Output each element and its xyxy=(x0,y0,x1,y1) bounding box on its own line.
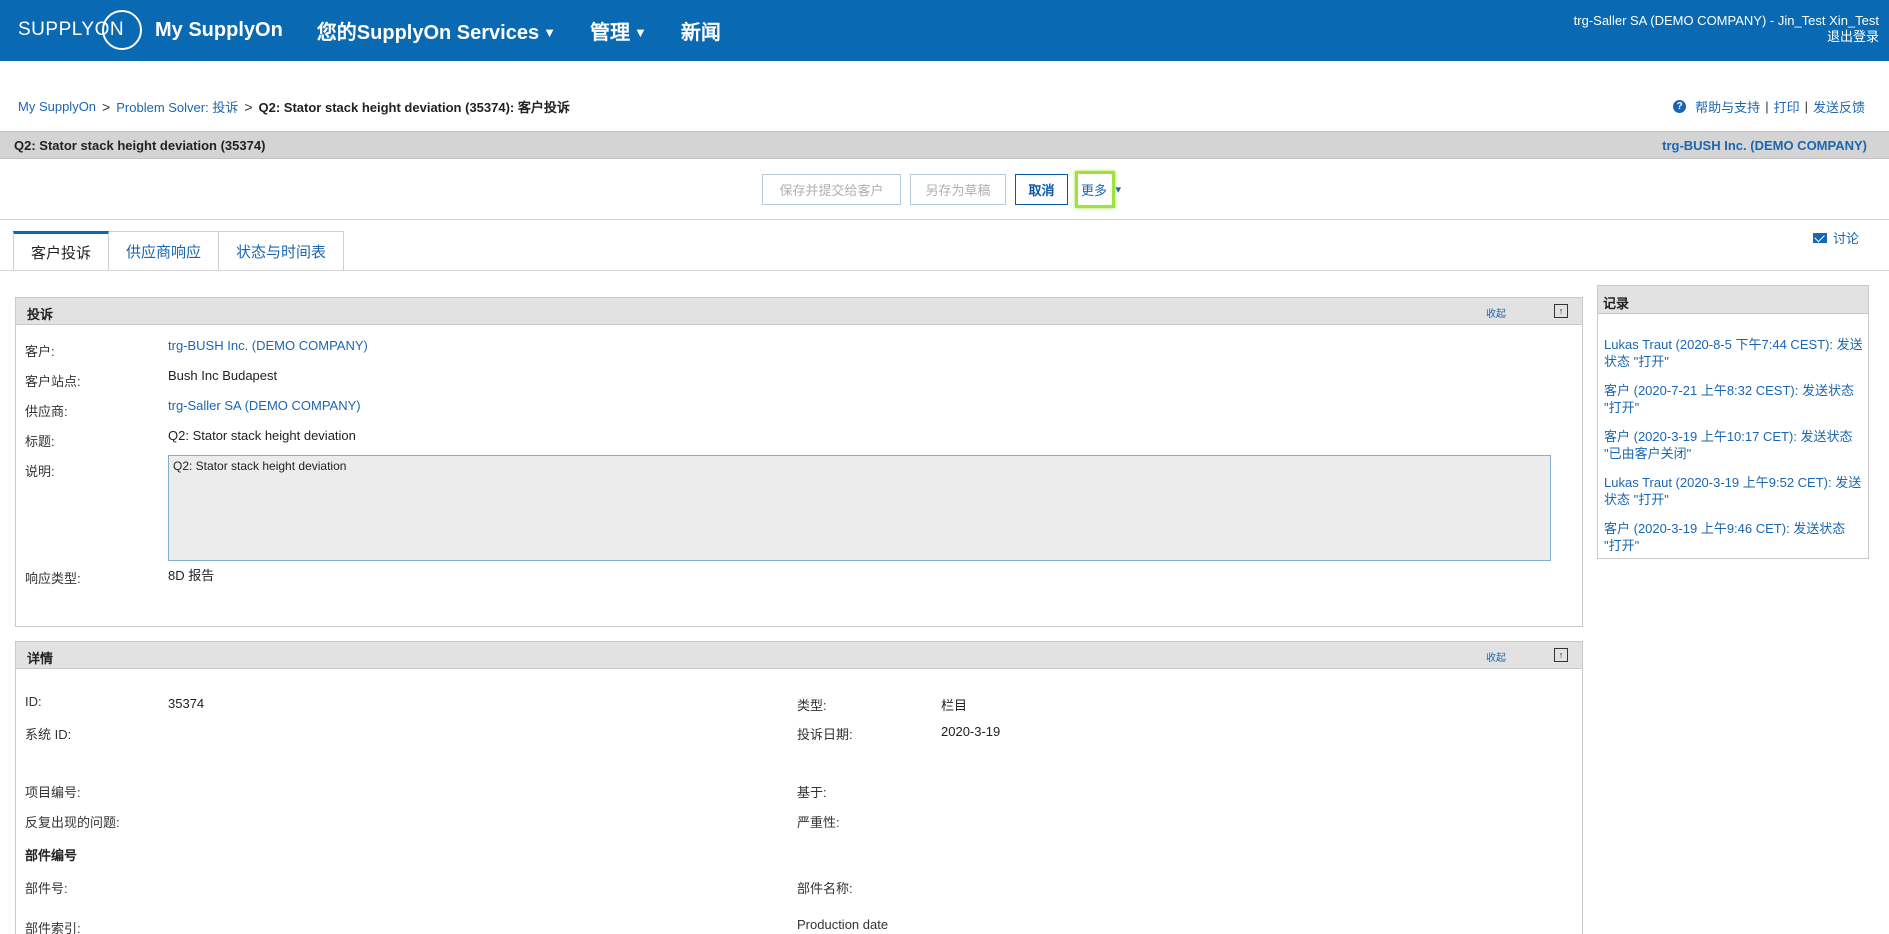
nav-label: 新闻 xyxy=(680,22,721,44)
more-button[interactable]: 更多 ▾ xyxy=(1075,171,1121,208)
nav-label: 管理 xyxy=(589,22,630,44)
nav-news[interactable]: 新闻 xyxy=(681,16,721,45)
breadcrumb-separator: > xyxy=(244,98,253,115)
print-link[interactable]: 打印 xyxy=(1774,97,1800,116)
severity-label: 严重性: xyxy=(797,815,840,830)
recurring-issue-label: 反复出现的问题: xyxy=(25,815,120,830)
response-type-label: 响应类型: xyxy=(25,571,81,586)
supplier-label: 供应商: xyxy=(25,404,68,419)
cancel-button[interactable]: 取消 xyxy=(1015,174,1068,205)
help-icon: ? xyxy=(1673,100,1687,113)
nav-label: My SupplyOn xyxy=(155,19,283,41)
nav-admin[interactable]: 管理 ▼ xyxy=(590,16,647,45)
panel-title: 投诉 xyxy=(27,307,54,322)
logo-ring-icon xyxy=(102,10,143,50)
nav-my-supplyon[interactable]: My SupplyOn xyxy=(155,19,283,42)
complaint-title: Q2: Stator stack height deviation (35374… xyxy=(14,138,266,153)
caret-down-icon: ▼ xyxy=(633,25,647,40)
site-value: Bush Inc Budapest xyxy=(168,368,278,383)
breadcrumb-current: Q2: Stator stack height deviation (35374… xyxy=(258,100,570,115)
supplier-value[interactable]: trg-Saller SA (DEMO COMPANY) xyxy=(168,398,361,413)
nav-label: 您的SupplyOn Services xyxy=(316,22,540,44)
breadcrumb: My SupplyOn > Problem Solver: 投诉 > Q2: S… xyxy=(18,97,570,116)
project-number-label: 项目编号: xyxy=(25,785,81,800)
top-navigation-bar: SUPPLYON My SupplyOn 您的SupplyOn Services… xyxy=(0,0,1889,61)
breadcrumb-separator: > xyxy=(102,98,111,115)
title-value: Q2: Stator stack height deviation xyxy=(168,428,356,443)
main-nav: My SupplyOn 您的SupplyOn Services ▼ 管理 ▼ 新闻 xyxy=(155,0,721,61)
user-area: trg-Saller SA (DEMO COMPANY) - Jin_Test … xyxy=(1574,13,1879,45)
record-entry[interactable]: 客户 (2020-7-21 上午8:32 CEST): 发送状态 "打开" xyxy=(1604,382,1864,416)
tab-divider xyxy=(0,270,1889,271)
user-name: trg-Saller SA (DEMO COMPANY) - Jin_Test … xyxy=(1573,13,1879,28)
records-panel: 记录 Lukas Traut (2020-8-5 下午7:44 CEST): 发… xyxy=(1597,285,1869,559)
nav-services[interactable]: 您的SupplyOn Services ▼ xyxy=(317,16,556,45)
feedback-link[interactable]: 发送反馈 xyxy=(1813,97,1865,116)
based-on-label: 基于: xyxy=(797,785,827,800)
customer-label: 客户: xyxy=(25,344,55,359)
breadcrumb-my-supplyon[interactable]: My SupplyOn xyxy=(18,99,96,114)
link-divider: | xyxy=(1765,99,1769,114)
id-value: 35374 xyxy=(168,696,205,711)
complaint-date-label: 投诉日期: xyxy=(797,727,853,742)
panel-title: 详情 xyxy=(27,651,54,666)
complaint-panel: 投诉 收起 ↑ 客户: trg-BUSH Inc. (DEMO COMPANY)… xyxy=(15,297,1583,627)
part-index-label: 部件索引: xyxy=(25,921,81,934)
tab-customer-complaint[interactable]: 客户投诉 xyxy=(13,231,110,271)
logout-link[interactable]: 退出登录 xyxy=(1574,29,1879,45)
panel-header: 投诉 收起 ↑ xyxy=(16,298,1582,325)
record-entry[interactable]: Lukas Traut (2020-3-19 上午9:52 CET): 发送状态… xyxy=(1604,474,1864,508)
chevron-down-icon: ▾ xyxy=(1115,184,1121,196)
tab-supplier-response[interactable]: 供应商响应 xyxy=(109,231,220,271)
description-field[interactable]: Q2: Stator stack height deviation xyxy=(168,455,1551,561)
help-links: ? 帮助与支持 | 打印 | 发送反馈 xyxy=(1673,97,1865,116)
action-toolbar: 保存并提交给客户 另存为草稿 取消 更多 ▾ xyxy=(0,159,1889,220)
tab-bar: 客户投诉 供应商响应 状态与时间表 xyxy=(13,231,345,271)
part-name-label: 部件名称: xyxy=(797,881,853,896)
caret-down-icon: ▼ xyxy=(543,25,556,40)
panel-title: 记录 xyxy=(1603,296,1630,311)
record-entry[interactable]: 客户 (2020-3-19 上午9:46 CET): 发送状态 "打开" xyxy=(1604,520,1864,554)
panel-header: 记录 xyxy=(1598,286,1868,314)
more-label: 更多 xyxy=(1081,183,1108,198)
supplyon-logo[interactable]: SUPPLYON xyxy=(18,9,143,51)
link-divider: | xyxy=(1804,99,1808,114)
production-date-label: Production date xyxy=(797,917,889,932)
tab-status-timeline[interactable]: 状态与时间表 xyxy=(219,231,345,271)
customer-company-link[interactable]: trg-BUSH Inc. (DEMO COMPANY) xyxy=(1662,138,1867,153)
record-entry[interactable]: Lukas Traut (2020-8-5 下午7:44 CEST): 发送状态… xyxy=(1604,336,1864,370)
collapse-link[interactable]: 收起 xyxy=(1486,649,1506,664)
help-support-link[interactable]: 帮助与支持 xyxy=(1695,97,1760,116)
pin-top-icon[interactable]: ↑ xyxy=(1554,304,1568,318)
discuss-label: 讨论 xyxy=(1832,231,1859,246)
site-label: 客户站点: xyxy=(25,374,81,389)
customer-value[interactable]: trg-BUSH Inc. (DEMO COMPANY) xyxy=(168,338,368,353)
save-submit-button[interactable]: 保存并提交给客户 xyxy=(762,174,901,205)
complaint-title-bar: Q2: Stator stack height deviation (35374… xyxy=(0,131,1889,159)
description-label: 说明: xyxy=(25,464,55,479)
discuss-link[interactable]: 讨论 xyxy=(1812,228,1859,247)
complaint-date-value: 2020-3-19 xyxy=(941,724,1001,739)
type-value: 栏目 xyxy=(941,698,968,713)
part-number-heading: 部件编号 xyxy=(25,848,78,863)
part-no-label: 部件号: xyxy=(25,881,68,896)
collapse-link[interactable]: 收起 xyxy=(1486,305,1506,320)
id-label: ID: xyxy=(25,694,42,709)
breadcrumb-problem-solver[interactable]: Problem Solver: 投诉 xyxy=(116,97,238,116)
response-type-value: 8D 报告 xyxy=(168,568,215,583)
pin-top-icon[interactable]: ↑ xyxy=(1554,648,1568,662)
record-entry[interactable]: 客户 (2020-3-19 上午10:17 CET): 发送状态 "已由客户关闭… xyxy=(1604,428,1864,462)
type-label: 类型: xyxy=(797,698,827,713)
mail-icon xyxy=(1812,232,1827,243)
panel-header: 详情 收起 ↑ xyxy=(16,642,1582,669)
title-label: 标题: xyxy=(25,434,55,449)
details-panel: 详情 收起 ↑ ID: 35374 类型: 栏目 系统 ID: 投诉日期: 20… xyxy=(15,641,1583,934)
system-id-label: 系统 ID: xyxy=(25,727,72,742)
save-draft-button[interactable]: 另存为草稿 xyxy=(910,174,1006,205)
